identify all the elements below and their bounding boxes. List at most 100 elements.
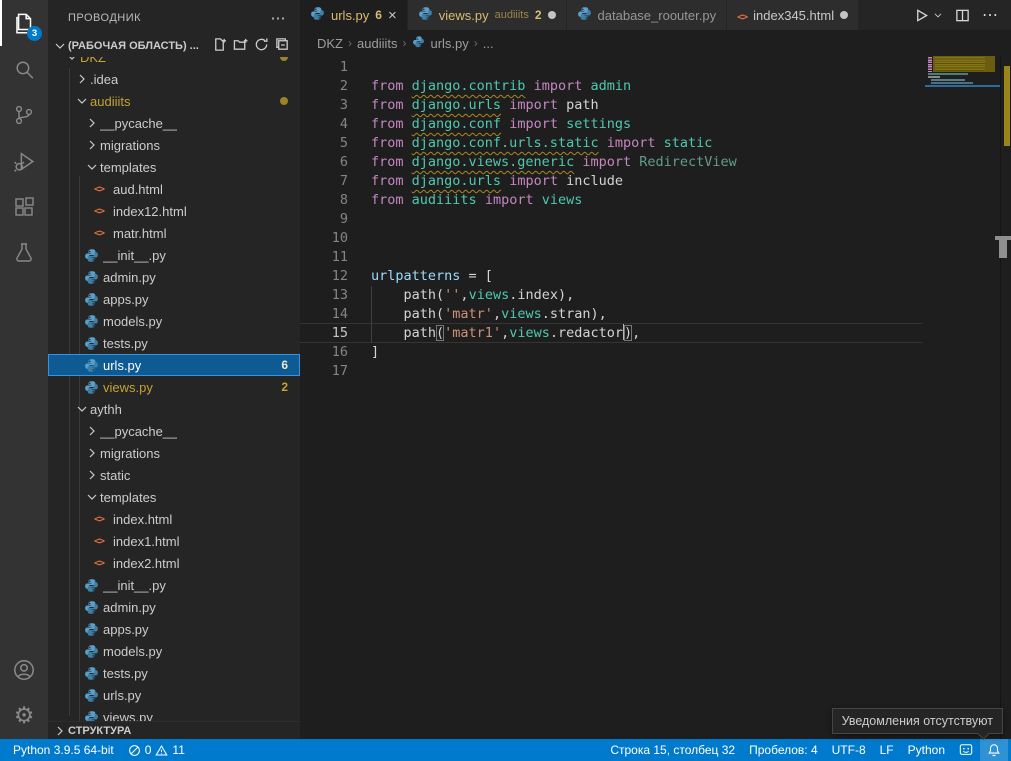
tree-item-label: aud.html [113,182,163,197]
tab-label: urls.py [331,8,369,23]
line-content [348,58,371,77]
status-python-interpreter[interactable]: Python 3.9.5 64-bit [6,739,121,761]
tree-item--idea[interactable]: .idea [48,68,300,90]
breadcrumb-item[interactable]: audiiits [357,36,397,51]
tree-item-label: audiiits [90,94,130,109]
tree-item--pycache-[interactable]: __pycache__ [48,112,300,134]
run-debug-icon[interactable] [0,138,48,184]
explorer-icon[interactable]: 3 [0,0,48,46]
tree-item-admin-py[interactable]: admin.py [48,596,300,618]
tree-item-dkz[interactable]: DKZ [48,57,300,68]
html-file-icon: <> [94,206,113,217]
split-editor-icon[interactable] [955,8,970,23]
modified-dot-icon[interactable] [548,11,556,19]
tree-item-label: index1.html [113,534,179,549]
code-line-13: 13 path('',views.index), [300,286,1011,305]
workspace-section-header[interactable]: (РАБОЧАЯ ОБЛАСТЬ) ... [48,35,300,57]
tab-database-roouter-py[interactable]: database_roouter.py [567,0,728,30]
tree-item-index-html[interactable]: <>index.html [48,508,300,530]
line-content: from django.contrib import admin [348,77,631,96]
status-language-mode[interactable]: Python [901,739,952,761]
sidebar-explorer: ПРОВОДНИК ⋯ (РАБОЧАЯ ОБЛАСТЬ) ... DKZ.id… [48,0,300,739]
overview-ruler[interactable] [1000,56,1011,739]
tree-item--init-py[interactable]: __init__.py [48,574,300,596]
tree-item--pycache-[interactable]: __pycache__ [48,420,300,442]
python-file-icon [84,622,103,637]
sidebar-more-icon[interactable]: ⋯ [271,9,287,27]
search-icon[interactable] [0,46,48,92]
tab-urls-py[interactable]: urls.py6× [300,0,408,30]
python-file-icon [84,248,103,263]
tree-item-tests-py[interactable]: tests.py [48,332,300,354]
tree-item-aythh[interactable]: aythh [48,398,300,420]
python-file-icon [413,35,426,50]
status-encoding[interactable]: UTF-8 [825,739,873,761]
code-editor[interactable]: 12from django.contrib import admin3from … [300,56,1011,739]
modified-dot-icon[interactable] [840,11,848,19]
breadcrumb-separator: › [402,36,406,50]
tree-item-index12-html[interactable]: <>index12.html [48,200,300,222]
tree-item-migrations[interactable]: migrations [48,134,300,156]
status-indentation[interactable]: Пробелов: 4 [742,739,825,761]
line-number: 17 [300,362,348,381]
run-icon[interactable] [914,8,929,23]
bell-icon[interactable] [980,739,1008,761]
html-file-icon: <> [737,8,747,23]
account-icon[interactable] [0,647,48,693]
tree-item-views-py[interactable]: views.py2 [48,376,300,398]
tree-item-label: apps.py [103,622,149,637]
tree-item-models-py[interactable]: models.py [48,640,300,662]
tree-item-static[interactable]: static [48,464,300,486]
close-icon[interactable]: × [388,8,397,23]
testing-icon[interactable] [0,230,48,276]
status-cursor-position[interactable]: Строка 15, столбец 32 [603,739,742,761]
settings-icon[interactable]: ⚙ [0,693,48,739]
html-file-icon: <> [94,558,113,569]
code-line-6: 6from django.views.generic import Redire… [300,153,1011,172]
collapse-all-icon[interactable] [275,37,290,55]
extensions-icon[interactable] [0,184,48,230]
breadcrumb-label: ... [483,36,494,51]
feedback-icon[interactable] [952,739,980,761]
refresh-icon[interactable] [254,37,269,55]
tree-item-migrations[interactable]: migrations [48,442,300,464]
tab-index345-html[interactable]: <>index345.html [727,0,859,30]
editor-actions: ⋯ [914,0,1011,30]
tree-item-templates[interactable]: templates [48,156,300,178]
status-bar: Python 3.9.5 64-bit011 Строка 15, столбе… [0,739,1011,761]
code-line-9: 9 [300,210,1011,229]
tab-views-py[interactable]: views.pyaudiiits2 [408,0,567,30]
tree-item-models-py[interactable]: models.py [48,310,300,332]
tree-item-views-py[interactable]: views.py [48,706,300,721]
python-file-icon [84,292,103,307]
breadcrumb-item[interactable]: urls.py [411,34,468,52]
new-folder-icon[interactable] [233,37,248,55]
tree-item-urls-py[interactable]: urls.py [48,684,300,706]
line-number: 14 [300,305,348,324]
new-file-icon[interactable] [212,37,227,55]
tree-item--init-py[interactable]: __init__.py [48,244,300,266]
status-problems[interactable]: 011 [121,739,192,761]
tree-item-aud-html[interactable]: <>aud.html [48,178,300,200]
tab-description: audiiits [495,9,529,21]
tree-item-urls-py[interactable]: urls.py6 [48,354,300,376]
status-eol[interactable]: LF [873,739,901,761]
outline-section-header[interactable]: СТРУКТУРА [48,721,300,739]
code-line-2: 2from django.contrib import admin [300,77,1011,96]
tree-item-index2-html[interactable]: <>index2.html [48,552,300,574]
run-dropdown-icon[interactable] [933,10,943,20]
tree-item-audiiits[interactable]: audiiits [48,90,300,112]
more-icon[interactable]: ⋯ [982,5,999,25]
tree-item-tests-py[interactable]: tests.py [48,662,300,684]
tree-item-templates[interactable]: templates [48,486,300,508]
tree-item-apps-py[interactable]: apps.py [48,618,300,640]
tree-item-apps-py[interactable]: apps.py [48,288,300,310]
breadcrumb-item[interactable]: DKZ [317,36,343,51]
source-control-icon[interactable] [0,92,48,138]
tree-item-admin-py[interactable]: admin.py [48,266,300,288]
tree-item-matr-html[interactable]: <>matr.html [48,222,300,244]
breadcrumb-item[interactable]: ... [483,36,494,51]
tree-item-label: tests.py [103,666,148,681]
outline-section-label: СТРУКТУРА [68,725,131,737]
tree-item-index1-html[interactable]: <>index1.html [48,530,300,552]
